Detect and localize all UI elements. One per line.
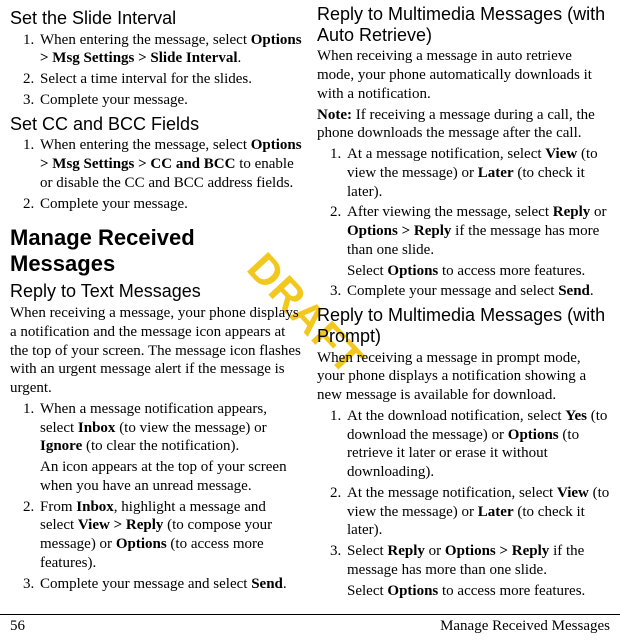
list-item: Complete your message. [38, 91, 303, 110]
sub-text: Select Options to access more features. [347, 582, 610, 601]
text: . [590, 283, 594, 299]
bold-text: Options [387, 583, 438, 599]
bold-text: Later [478, 165, 514, 181]
list-item: Complete your message and select Send. [38, 575, 303, 594]
bold-text: View [557, 485, 589, 501]
page-columns: Set the Slide Interval When entering the… [10, 4, 610, 604]
bold-text: Ignore [40, 438, 82, 454]
bold-text: Options > Reply [445, 543, 549, 559]
text: From [40, 499, 76, 515]
list-item: When a message notification appears, sel… [38, 400, 303, 496]
text: At a message notification, select [347, 146, 545, 162]
text: to access more features. [438, 583, 585, 599]
paragraph: When receiving a message in auto retriev… [317, 47, 610, 103]
text: or [590, 204, 606, 220]
list-reply-mm-auto: At a message notification, select View (… [317, 145, 610, 301]
bold-text: Options > Reply [347, 223, 451, 239]
footer-section-title: Manage Received Messages [440, 618, 610, 635]
bold-text: Send [251, 576, 283, 592]
list-item: Complete your message and select Send. [345, 282, 610, 301]
list-item: Select a time interval for the slides. [38, 70, 303, 89]
bold-text: Reply [553, 204, 591, 220]
list-item: Select Reply or Options > Reply if the m… [345, 542, 610, 600]
text: (to view the message) or [115, 420, 266, 436]
list-slide-interval: When entering the message, select Option… [10, 31, 303, 110]
bold-text: Yes [565, 408, 587, 424]
heading-cc-bcc: Set CC and BCC Fields [10, 114, 303, 135]
page-number: 56 [10, 618, 25, 635]
paragraph: When receiving a message, your phone dis… [10, 304, 303, 398]
text: When entering the message, select [40, 137, 251, 153]
bold-text: Options [508, 427, 559, 443]
list-item: At the download notification, select Yes… [345, 407, 610, 482]
text: At the message notification, select [347, 485, 557, 501]
text: . [283, 576, 287, 592]
bold-text: Later [478, 504, 514, 520]
bold-text: Send [558, 283, 590, 299]
text: . [238, 50, 242, 66]
heading-reply-text: Reply to Text Messages [10, 281, 303, 302]
text: When entering the message, select [40, 32, 251, 48]
text: to access more features. [438, 263, 585, 279]
list-item: After viewing the message, select Reply … [345, 203, 610, 280]
heading-manage-received: Manage Received Messages [10, 225, 303, 277]
note-label: Note: [317, 107, 352, 123]
bold-text: Inbox [78, 420, 116, 436]
text: Select [347, 583, 387, 599]
bold-text: Options [387, 263, 438, 279]
heading-reply-mm-prompt: Reply to Multimedia Messages (with Promp… [317, 305, 610, 346]
list-item: At a message notification, select View (… [345, 145, 610, 201]
bold-text: View > Reply [78, 517, 163, 533]
page-footer: 56 Manage Received Messages [0, 614, 620, 640]
text: Select [347, 263, 387, 279]
list-item: When entering the message, select Option… [38, 136, 303, 192]
text: If receiving a message during a call, th… [317, 107, 595, 142]
list-item: From Inbox, highlight a message and sele… [38, 498, 303, 573]
text: At the download notification, select [347, 408, 565, 424]
heading-slide-interval: Set the Slide Interval [10, 8, 303, 29]
text: (to clear the notification). [82, 438, 239, 454]
text: After viewing the message, select [347, 204, 553, 220]
paragraph: When receiving a message in prompt mode,… [317, 349, 610, 405]
bold-text: Reply [387, 543, 425, 559]
bold-text: Inbox [76, 499, 114, 515]
heading-reply-mm-auto: Reply to Multimedia Messages (with Auto … [317, 4, 610, 45]
bold-text: Options [116, 536, 167, 552]
note-paragraph: Note: If receiving a message during a ca… [317, 106, 610, 144]
text: or [425, 543, 445, 559]
list-cc-bcc: When entering the message, select Option… [10, 136, 303, 213]
list-item: When entering the message, select Option… [38, 31, 303, 69]
text: Select [347, 543, 387, 559]
list-item: At the message notification, select View… [345, 484, 610, 540]
bold-text: View [545, 146, 577, 162]
list-item: Complete your message. [38, 195, 303, 214]
sub-text: An icon appears at the top of your scree… [40, 458, 303, 496]
text: Complete your message and select [347, 283, 558, 299]
list-reply-text: When a message notification appears, sel… [10, 400, 303, 594]
sub-text: Select Options to access more features. [347, 262, 610, 281]
text: Complete your message and select [40, 576, 251, 592]
